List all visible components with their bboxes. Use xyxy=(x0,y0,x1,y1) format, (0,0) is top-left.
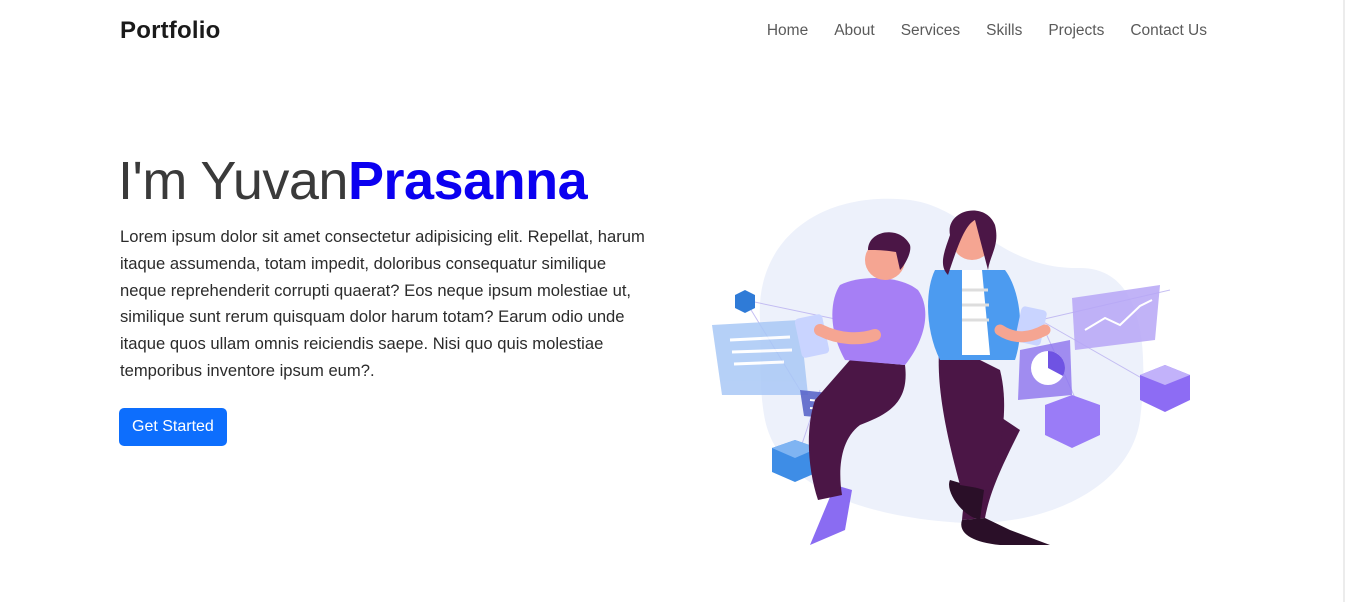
navbar: Portfolio Home About Services Skills Pro… xyxy=(0,0,1345,64)
hero-illustration xyxy=(712,198,1190,545)
hero-title-prefix: I'm Yuvan xyxy=(118,151,348,211)
hero-title: I'm YuvanPrasanna xyxy=(118,150,588,212)
nav-link-home[interactable]: Home xyxy=(767,22,808,40)
nav-link-contact-us[interactable]: Contact Us xyxy=(1130,22,1207,40)
nav-link-projects[interactable]: Projects xyxy=(1048,22,1104,40)
nav-link-about[interactable]: About xyxy=(834,22,875,40)
nav-link-services[interactable]: Services xyxy=(901,22,960,40)
hero-title-accent: Prasanna xyxy=(347,151,588,211)
nav-links: Home About Services Skills Projects Cont… xyxy=(767,22,1207,40)
brand-logo[interactable]: Portfolio xyxy=(120,17,220,45)
hero-description: Lorem ipsum dolor sit amet consectetur a… xyxy=(120,227,645,380)
nav-link-skills[interactable]: Skills xyxy=(986,22,1022,40)
get-started-button[interactable]: Get Started xyxy=(119,408,227,446)
